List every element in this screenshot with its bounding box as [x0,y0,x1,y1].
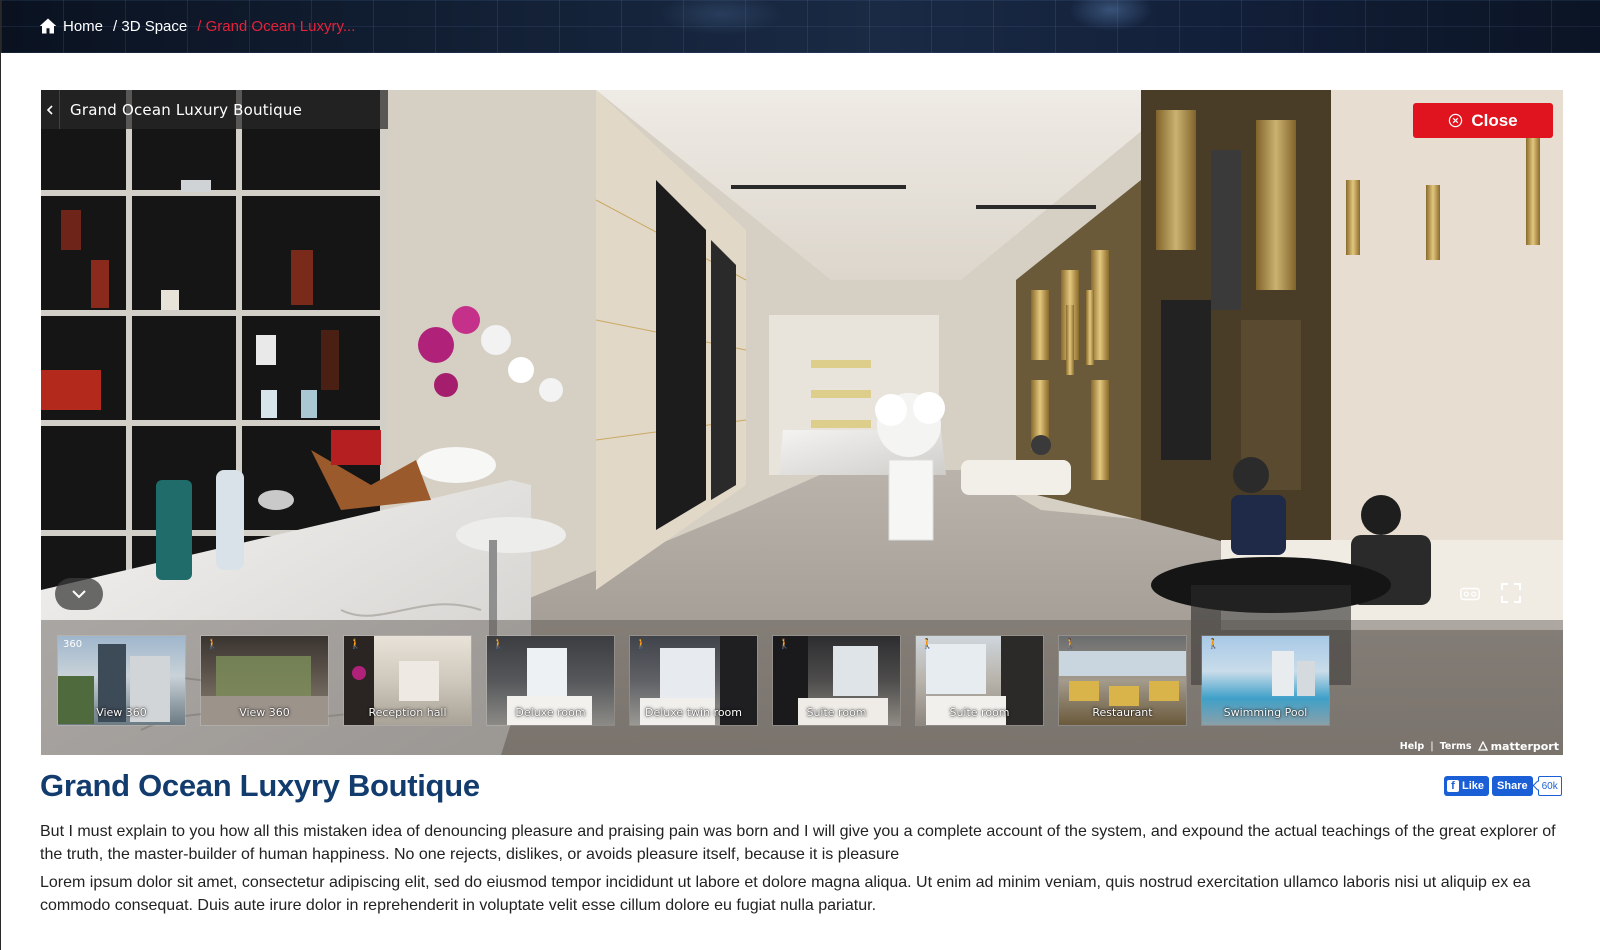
like-count-badge: 60k [1537,776,1562,796]
thumbnail-label: Swimming Pool [1223,706,1308,719]
like-count: 60k [1541,780,1558,792]
walk-icon: 🚶 [635,639,648,650]
walk-icon: 🚶 [206,639,219,650]
breadcrumb-3d-space-label: / 3D Space [113,17,188,35]
thumbnail-label: Deluxe room [515,706,586,719]
top-header: Home / 3D Space / Grand Ocean Luxyry... [1,0,1600,53]
breadcrumb: Home / 3D Space / Grand Ocean Luxyry... [39,14,355,38]
home-icon [39,18,57,34]
breadcrumb-3d-space[interactable]: / 3D Space [113,18,187,35]
close-button-label: Close [1471,110,1518,130]
breadcrumb-home[interactable]: Home [39,17,103,35]
matterport-viewer[interactable]: Grand Ocean Luxury Boutique Close 360 Vi… [41,90,1563,755]
vr-headset-icon[interactable] [1459,583,1481,605]
matterport-brand-text: matterport [1490,739,1559,753]
facebook-like-button[interactable]: f Like [1444,776,1490,796]
thumbnail-suite-room-2[interactable]: 🚶 Suite room [915,635,1044,726]
collapse-tour-button[interactable] [55,578,103,610]
chevron-left-icon [46,104,53,115]
footer-separator: | [1430,740,1434,752]
fullscreen-icon[interactable] [1499,581,1523,605]
matterport-mark-icon [1477,741,1488,751]
walk-icon: 🚶 [1207,639,1220,650]
thumbnail-list: 360 View 360 🚶 View 360 🚶 Reception hall… [57,635,1330,726]
thumbnail-label: Reception hall [368,706,447,719]
thumbnail-reception-hall[interactable]: 🚶 Reception hall [343,635,472,726]
breadcrumb-home-label: Home [63,17,104,35]
close-button[interactable]: Close [1413,103,1553,138]
thumbnail-label: Deluxe twin room [645,706,742,719]
thumbnail-suite-room-1[interactable]: 🚶 Suite room [772,635,901,726]
thumbnail-label: View 360 [96,706,147,719]
thumbnail-label: View 360 [239,706,290,719]
viewer-back-button[interactable] [41,90,60,129]
terms-link[interactable]: Terms [1440,741,1472,752]
chevron-down-icon [72,590,86,599]
thumbnail-deluxe-room[interactable]: 🚶 Deluxe room [486,635,615,726]
breadcrumb-current: / Grand Ocean Luxyry... [197,18,355,35]
panorama-360-icon: 360 [63,639,83,650]
viewer-footer: Help | Terms matterport [1396,737,1563,755]
like-label: Like [1462,780,1485,792]
walk-icon: 🚶 [349,639,362,650]
facebook-share-button[interactable]: Share [1492,776,1533,796]
thumbnail-label: Restaurant [1092,706,1153,719]
close-circle-icon [1449,113,1463,128]
walk-icon: 🚶 [921,639,934,650]
thumbnail-swimming-pool[interactable]: 🚶 Swimming Pool [1201,635,1330,726]
thumbnail-strip: 360 View 360 🚶 View 360 🚶 Reception hall… [41,620,1563,755]
thumbnail-restaurant[interactable]: 🚶 Restaurant [1058,635,1187,726]
page-title: Grand Ocean Luxyry Boutique [40,768,480,803]
thumbnail-view-360-2[interactable]: 🚶 View 360 [200,635,329,726]
facebook-social-buttons: f Like Share 60k [1444,776,1562,796]
facebook-icon: f [1447,780,1459,792]
viewer-title: Grand Ocean Luxury Boutique [70,100,303,119]
viewer-title-bar: Grand Ocean Luxury Boutique [41,90,388,129]
breadcrumb-current-label: / Grand Ocean Luxyry... [197,17,356,35]
thumbnail-view-360-1[interactable]: 360 View 360 [57,635,186,726]
help-link[interactable]: Help [1400,741,1424,752]
description-paragraph-1: But I must explain to you how all this m… [40,823,1556,863]
thumbnail-deluxe-twin-room[interactable]: 🚶 Deluxe twin room [629,635,758,726]
description-paragraph-2: Lorem ipsum dolor sit amet, consectetur … [40,874,1531,914]
walk-icon: 🚶 [492,639,505,650]
matterport-logo[interactable]: matterport [1477,739,1559,753]
walk-icon: 🚶 [1064,639,1077,650]
share-label: Share [1497,780,1528,792]
walk-icon: 🚶 [778,639,791,650]
thumbnail-label: Suite room [806,706,867,719]
thumbnail-label: Suite room [949,706,1010,719]
